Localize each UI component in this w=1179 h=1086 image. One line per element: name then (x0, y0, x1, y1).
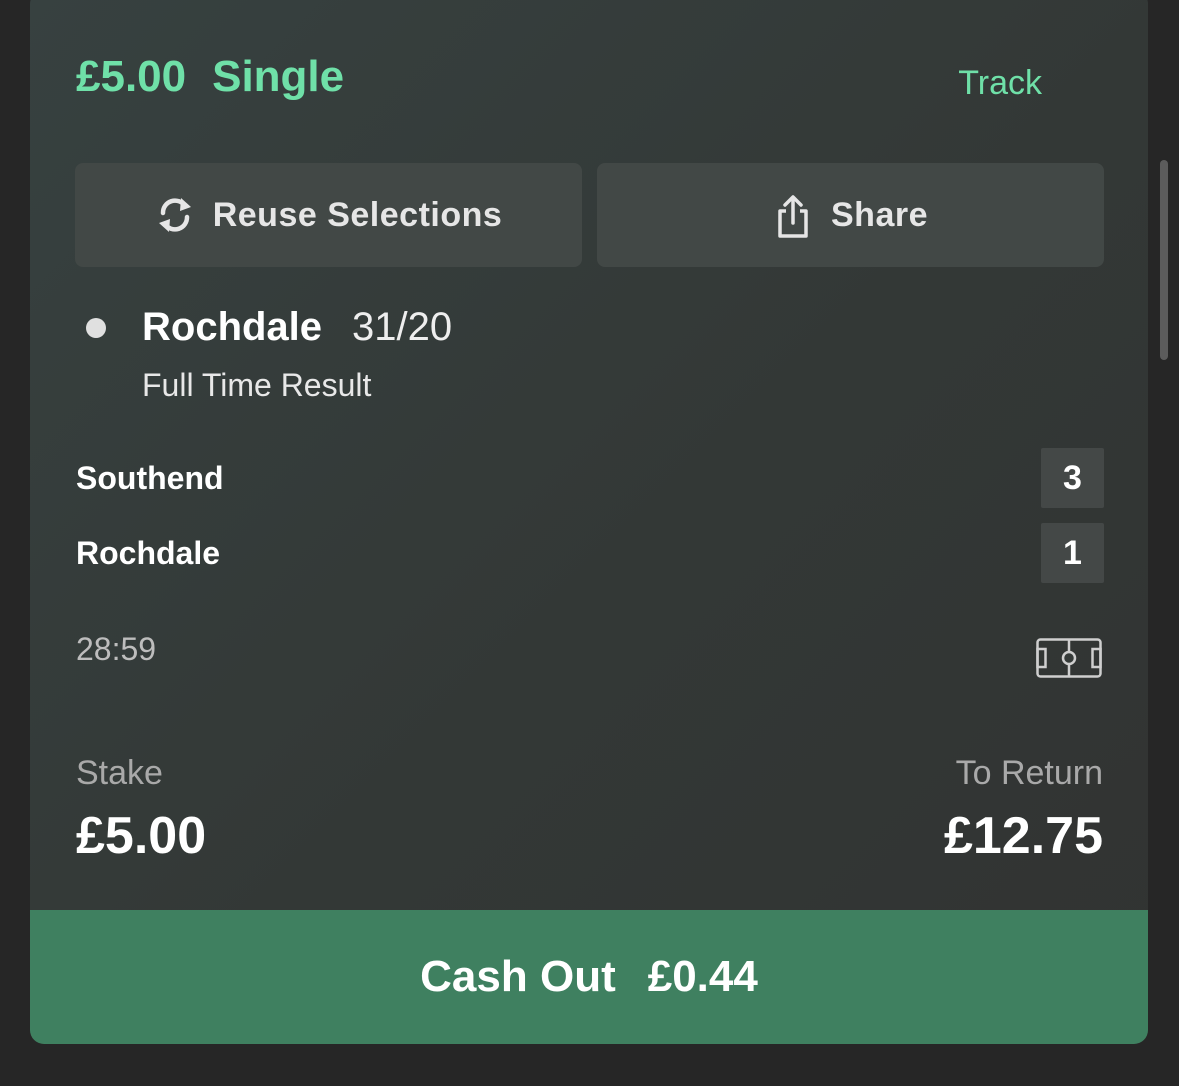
selection-row: Rochdale 31/20 (86, 305, 452, 350)
bet-type: Single (212, 52, 345, 101)
team-name-away: Rochdale (76, 534, 221, 571)
selection-odds: 31/20 (352, 305, 453, 349)
share-label: Share (831, 195, 928, 234)
stake-label: Stake (76, 754, 163, 792)
team-row-away: Rochdale 1 (76, 523, 1104, 583)
refresh-icon (155, 195, 195, 235)
team-name-home: Southend (76, 459, 224, 496)
bet-card: £5.00 Single Track Reuse Selections Shar… (30, 0, 1148, 1044)
match-clock: 28:59 (76, 631, 157, 667)
scrollbar[interactable] (1160, 160, 1168, 360)
market-name: Full Time Result (142, 367, 372, 403)
cash-out-label: Cash Out (420, 952, 616, 1001)
share-button[interactable]: Share (597, 163, 1104, 267)
stake-value: £5.00 (76, 807, 207, 865)
cash-out-button[interactable]: Cash Out £0.44 (30, 910, 1148, 1044)
to-return-label: To Return (955, 754, 1103, 792)
selection-status-dot (86, 317, 106, 338)
share-icon (773, 195, 813, 238)
football-pitch-icon[interactable] (1036, 638, 1102, 678)
to-return-value: £12.75 (943, 807, 1103, 865)
bet-amount: £5.00 (76, 52, 187, 101)
team-row-home: Southend 3 (76, 448, 1104, 508)
score-away: 1 (1041, 523, 1104, 583)
selection-name: Rochdale (142, 305, 323, 349)
reuse-selections-button[interactable]: Reuse Selections (75, 163, 582, 267)
cash-out-amount: £0.44 (647, 952, 758, 1001)
bet-header: £5.00 Single (76, 52, 344, 102)
score-home: 3 (1041, 448, 1104, 508)
track-button[interactable]: Track (958, 64, 1042, 103)
reuse-selections-label: Reuse Selections (212, 195, 503, 234)
